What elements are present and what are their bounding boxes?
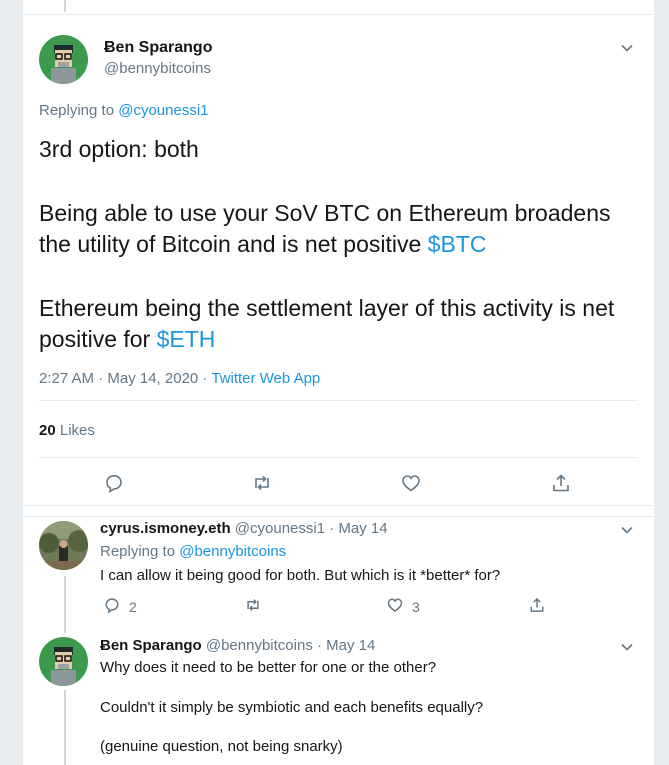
reply-button[interactable]: 2 (103, 596, 137, 617)
share-button[interactable] (528, 596, 546, 617)
reply-text: Couldn't it simply be symbiotic and each… (100, 699, 484, 716)
paragraph: 3rd option: both (39, 136, 199, 162)
divider (39, 400, 638, 401)
handle-date[interactable]: @cyounessi1 · May 14 (235, 520, 388, 537)
likes-label: Likes (59, 422, 95, 439)
reply-header: cyrus.ismoney.eth @cyounessi1 · May 14 (100, 520, 388, 537)
handle-date[interactable]: @bennybitcoins · May 14 (206, 637, 375, 654)
divider (23, 14, 654, 15)
replying-prefix: Replying to (39, 102, 115, 119)
retweet-button[interactable] (244, 596, 262, 617)
replying-to-link[interactable]: @cyounessi1 (118, 102, 208, 119)
avatar[interactable] (39, 35, 88, 84)
replying-to-link[interactable]: @bennybitcoins (179, 543, 286, 560)
tweet-meta: 2:27 AM · May 14, 2020 · Twitter Web App (39, 370, 320, 387)
share-icon (528, 596, 546, 617)
like-count: 3 (412, 598, 420, 615)
reply-header: Ƀen Sparango @bennybitcoins · May 14 (100, 637, 375, 654)
cashtag-link[interactable]: $BTC (428, 231, 487, 257)
avatar[interactable] (39, 521, 88, 570)
likes-number: 20 (39, 422, 56, 439)
chevron-down-icon[interactable] (620, 41, 634, 55)
retweet-icon (244, 596, 262, 617)
replying-to: Replying to @cyounessi1 (39, 102, 209, 119)
like-icon (386, 596, 404, 617)
replying-prefix: Replying to (100, 543, 176, 560)
like-button[interactable]: 3 (386, 596, 420, 617)
thread-line-top (64, 0, 66, 12)
reply-text: (genuine question, not being snarky) (100, 738, 343, 755)
replying-to: Replying to @bennybitcoins (100, 543, 286, 560)
reply-icon (103, 596, 121, 617)
paragraph: Being able to use your SoV BTC on Ethere… (39, 198, 639, 261)
tweet-text: 3rd option: both Being able to use your … (39, 134, 639, 388)
like-icon[interactable] (400, 472, 422, 494)
chevron-down-icon[interactable] (620, 523, 634, 537)
paragraph: Ethereum being the settlement layer of t… (39, 293, 639, 356)
retweet-icon[interactable] (251, 472, 273, 494)
display-name[interactable]: cyrus.ismoney.eth (100, 520, 231, 537)
divider (39, 457, 638, 458)
display-name[interactable]: Ƀen Sparango (100, 637, 202, 654)
thread-line (64, 690, 66, 765)
reply-icon[interactable] (103, 472, 125, 494)
section-separator (23, 505, 654, 517)
share-icon[interactable] (550, 472, 572, 494)
paragraph-text: Ethereum being the settlement layer of t… (39, 294, 615, 353)
reply-text: I can allow it being good for both. But … (100, 567, 501, 584)
cashtag-link[interactable]: $ETH (157, 326, 216, 352)
paragraph-text: Being able to use your SoV BTC on Ethere… (39, 199, 611, 258)
chevron-down-icon[interactable] (620, 640, 634, 654)
reply-count: 2 (129, 598, 137, 615)
reply-text: Why does it need to be better for one or… (100, 659, 437, 676)
source-link[interactable]: Twitter Web App (211, 370, 320, 387)
timestamp[interactable]: 2:27 AM · May 14, 2020 · (39, 370, 211, 387)
likes-count[interactable]: 20 Likes (39, 422, 95, 439)
thread-line (64, 576, 66, 633)
display-name[interactable]: Ƀen Sparango (104, 39, 212, 57)
avatar[interactable] (39, 637, 88, 686)
tweet-thread-card: Ƀen Sparango @bennybitcoins Replying to … (22, 0, 655, 765)
handle[interactable]: @bennybitcoins (104, 60, 211, 77)
